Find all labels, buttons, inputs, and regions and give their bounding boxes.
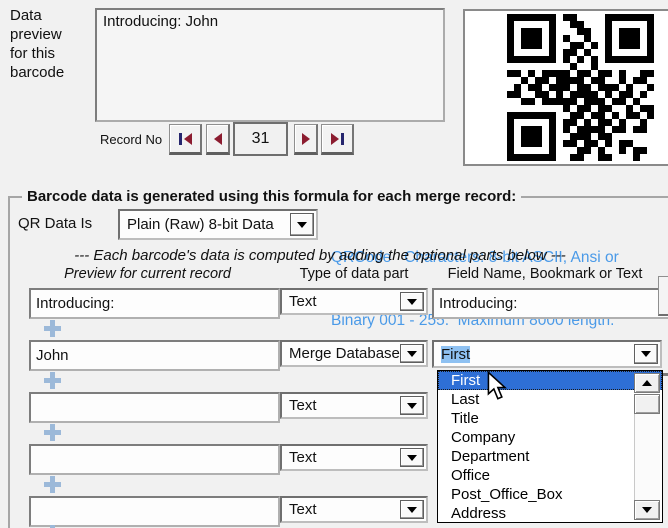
column-header-type: Type of data part bbox=[280, 266, 428, 282]
groupbox-title: Barcode data is generated using this for… bbox=[22, 188, 521, 205]
field-dropdown-items: FirstLastTitleCompanyDepartmentOfficePos… bbox=[438, 371, 662, 523]
dropdown-item[interactable]: Title bbox=[438, 409, 662, 428]
groupbox-border-left bbox=[8, 196, 10, 528]
scroll-up-icon bbox=[642, 380, 652, 386]
dropdown-item[interactable]: First bbox=[438, 371, 662, 390]
type-value-row3: Text bbox=[289, 394, 317, 417]
qr-data-type-dropdown-button[interactable] bbox=[290, 213, 314, 236]
chevron-down-icon bbox=[297, 222, 307, 228]
add-part-icon-1[interactable] bbox=[44, 320, 61, 337]
type-combobox-row5[interactable]: Text bbox=[280, 496, 428, 523]
qr-data-type-value: Plain (Raw) 8-bit Data bbox=[127, 211, 274, 238]
dropdown-item[interactable]: Department bbox=[438, 447, 662, 466]
previous-record-icon bbox=[214, 133, 222, 145]
type-value-row2: Merge Database bbox=[289, 342, 400, 365]
chevron-down-icon bbox=[407, 507, 417, 513]
column-header-field: Field Name, Bookmark or Text bbox=[432, 266, 658, 282]
field-selected-text: First bbox=[441, 346, 470, 363]
type-dropdown-button-row3[interactable] bbox=[400, 396, 424, 415]
data-preview-text: Introducing: John bbox=[103, 13, 218, 30]
chevron-down-icon bbox=[407, 299, 417, 305]
scrollbar-track[interactable] bbox=[634, 414, 660, 500]
field-combobox-row2[interactable]: First bbox=[432, 340, 662, 368]
qr-code bbox=[507, 14, 654, 161]
clipped-scrollbar-fragment[interactable] bbox=[658, 276, 668, 316]
dropdown-item[interactable]: Post_Office_Box bbox=[438, 485, 662, 504]
chevron-down-icon bbox=[407, 455, 417, 461]
last-record-icon bbox=[331, 133, 339, 145]
mouse-cursor bbox=[487, 371, 507, 401]
preview-input-row5[interactable] bbox=[29, 496, 280, 527]
qr-code-panel bbox=[463, 9, 668, 166]
dropdown-item[interactable]: Last bbox=[438, 390, 662, 409]
record-number-value: 31 bbox=[252, 130, 270, 148]
next-record-icon bbox=[302, 133, 310, 145]
type-dropdown-button-row5[interactable] bbox=[400, 500, 424, 519]
type-dropdown-button-row4[interactable] bbox=[400, 448, 424, 467]
type-dropdown-button-row1[interactable] bbox=[400, 292, 424, 311]
add-part-icon-3[interactable] bbox=[44, 424, 61, 441]
scrollbar-down-button[interactable] bbox=[634, 500, 660, 520]
first-record-button[interactable] bbox=[169, 124, 202, 155]
record-number-field[interactable]: 31 bbox=[233, 122, 288, 156]
chevron-down-icon bbox=[407, 403, 417, 409]
dropdown-item[interactable]: Company bbox=[438, 428, 662, 447]
type-combobox-row1[interactable]: Text bbox=[280, 288, 428, 315]
qr-data-type-combobox[interactable]: Plain (Raw) 8-bit Data bbox=[118, 209, 318, 240]
last-record-button[interactable] bbox=[321, 124, 354, 155]
record-no-label: Record No bbox=[100, 132, 162, 147]
type-combobox-row2[interactable]: Merge Database bbox=[280, 340, 428, 367]
add-part-icon-2[interactable] bbox=[44, 372, 61, 389]
field-dropdown-list: FirstLastTitleCompanyDepartmentOfficePos… bbox=[437, 370, 663, 523]
previous-record-button[interactable] bbox=[206, 124, 230, 155]
type-value-row5: Text bbox=[289, 498, 317, 521]
next-record-button[interactable] bbox=[294, 124, 318, 155]
field-input-row1[interactable] bbox=[432, 288, 668, 319]
dropdown-item[interactable]: Office bbox=[438, 466, 662, 485]
dropdown-item[interactable]: Address bbox=[438, 504, 662, 523]
chevron-down-icon bbox=[641, 351, 651, 357]
type-dropdown-button-row2[interactable] bbox=[400, 344, 424, 363]
preview-input-row2[interactable] bbox=[29, 340, 280, 371]
formula-hint: --- Each barcode's data is computed by a… bbox=[25, 247, 615, 264]
type-value-row1: Text bbox=[289, 290, 317, 313]
field-dropdown-button-row2[interactable] bbox=[634, 344, 658, 364]
preview-input-row1[interactable] bbox=[29, 288, 280, 319]
scrollbar-up-button[interactable] bbox=[634, 373, 660, 393]
add-part-icon-4[interactable] bbox=[44, 476, 61, 493]
scrollbar-thumb[interactable] bbox=[634, 394, 660, 414]
barcode-merge-dialog: Data preview for this barcode Introducin… bbox=[0, 0, 668, 528]
qr-data-is-label: QR Data Is bbox=[18, 215, 92, 232]
type-combobox-row3[interactable]: Text bbox=[280, 392, 428, 419]
preview-input-row3[interactable] bbox=[29, 392, 280, 423]
type-value-row4: Text bbox=[289, 446, 317, 469]
first-record-icon bbox=[179, 133, 182, 145]
preview-input-row4[interactable] bbox=[29, 444, 280, 475]
chevron-down-icon bbox=[407, 351, 417, 357]
data-preview-textbox[interactable]: Introducing: John bbox=[95, 8, 445, 122]
type-combobox-row4[interactable]: Text bbox=[280, 444, 428, 471]
data-preview-label: Data preview for this barcode bbox=[10, 6, 74, 82]
scroll-down-icon bbox=[642, 507, 652, 513]
column-header-preview: Preview for current record bbox=[29, 266, 266, 282]
